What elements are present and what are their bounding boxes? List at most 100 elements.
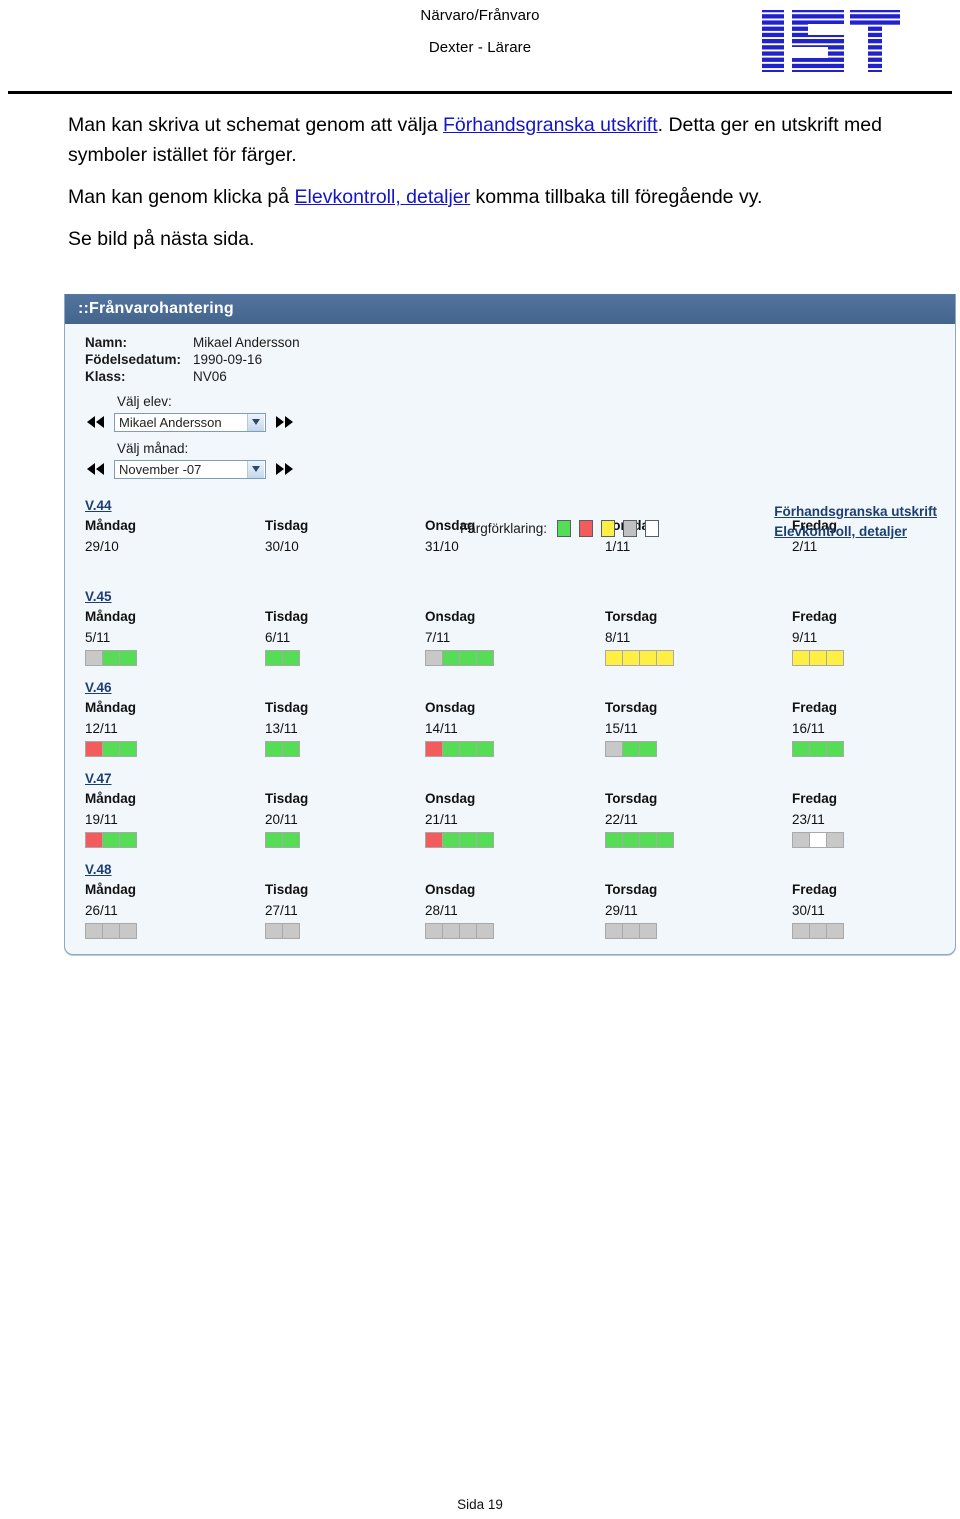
- attendance-cell-green[interactable]: [265, 741, 283, 757]
- value-fodelsedatum: 1990-09-16: [193, 352, 263, 367]
- attendance-cell-green[interactable]: [809, 741, 827, 757]
- attendance-cell-gray[interactable]: [459, 923, 477, 939]
- attendance-cell-green[interactable]: [622, 741, 640, 757]
- week-label-link[interactable]: V.47: [85, 771, 112, 786]
- link-forhandsgranska-utskrift[interactable]: Förhandsgranska utskrift: [443, 114, 658, 136]
- day-name: Torsdag: [605, 791, 658, 806]
- attendance-cell-green[interactable]: [102, 650, 120, 666]
- attendance-cell-yellow[interactable]: [809, 650, 827, 666]
- attendance-cell-green[interactable]: [476, 832, 494, 848]
- day-column: Onsdag 7/11: [425, 607, 605, 667]
- attendance-cell-gray[interactable]: [85, 650, 103, 666]
- student-select[interactable]: Mikael Andersson: [114, 412, 266, 432]
- panel-content: Namn: Mikael Andersson Födelsedatum: 199…: [65, 324, 955, 940]
- attendance-cell-red[interactable]: [85, 741, 103, 757]
- day-name: Måndag: [85, 609, 137, 624]
- day-column: Torsdag 22/11: [605, 789, 792, 849]
- attendance-cell-red[interactable]: [85, 832, 103, 848]
- attendance-cell-green[interactable]: [102, 832, 120, 848]
- attendance-cell-white[interactable]: [809, 832, 827, 848]
- attendance-cell-green[interactable]: [265, 832, 283, 848]
- day-column: Måndag 26/11: [85, 880, 265, 940]
- attendance-cells: [605, 832, 792, 849]
- attendance-cell-gray[interactable]: [102, 923, 120, 939]
- attendance-cell-green[interactable]: [605, 832, 623, 848]
- attendance-cell-gray[interactable]: [792, 923, 810, 939]
- day-column: Tisdag 30/10: [265, 516, 425, 576]
- attendance-cell-green[interactable]: [119, 741, 137, 757]
- attendance-cell-green[interactable]: [656, 832, 674, 848]
- previous-student-icon[interactable]: [85, 412, 107, 432]
- attendance-cell-gray[interactable]: [119, 923, 137, 939]
- day-grid: Måndag 26/11 Tisdag 27/11 Onsdag 28/11 Torsdag…: [85, 880, 943, 940]
- next-student-icon[interactable]: [273, 412, 295, 432]
- attendance-cell-yellow[interactable]: [605, 650, 623, 666]
- week-label-link[interactable]: V.45: [85, 589, 112, 604]
- attendance-cell-green[interactable]: [119, 650, 137, 666]
- attendance-cell-gray[interactable]: [442, 923, 460, 939]
- day-date: 5/11: [85, 630, 111, 645]
- student-select-label: Välj elev:: [117, 394, 172, 409]
- attendance-cell-gray[interactable]: [826, 923, 844, 939]
- day-column: Onsdag 21/11: [425, 789, 605, 849]
- attendance-cell-green[interactable]: [442, 650, 460, 666]
- attendance-cell-green[interactable]: [826, 741, 844, 757]
- week-block: V.45 Måndag 5/11 Tisdag 6/11 Onsdag 7/11 Torsda…: [85, 588, 943, 667]
- attendance-cell-yellow[interactable]: [792, 650, 810, 666]
- chevron-down-icon[interactable]: [247, 460, 264, 478]
- attendance-cell-red[interactable]: [425, 741, 443, 757]
- attendance-cell-gray[interactable]: [809, 923, 827, 939]
- attendance-cell-green[interactable]: [119, 832, 137, 848]
- attendance-cell-green[interactable]: [282, 832, 300, 848]
- attendance-cell-gray[interactable]: [265, 923, 283, 939]
- attendance-cell-green[interactable]: [476, 650, 494, 666]
- attendance-cell-green[interactable]: [282, 650, 300, 666]
- attendance-cell-gray[interactable]: [826, 832, 844, 848]
- attendance-cell-gray[interactable]: [425, 923, 443, 939]
- link-elevkontroll-detaljer[interactable]: Elevkontroll, detaljer: [295, 186, 471, 208]
- student-info-table: Namn: Mikael Andersson Födelsedatum: 199…: [85, 334, 300, 385]
- action-link-elevkontroll-detaljer[interactable]: Elevkontroll, detaljer: [774, 522, 937, 542]
- attendance-cell-gray[interactable]: [639, 923, 657, 939]
- week-label-link[interactable]: V.48: [85, 862, 112, 877]
- month-select[interactable]: November -07: [114, 459, 266, 479]
- previous-month-icon[interactable]: [85, 459, 107, 479]
- action-link-forhandsgranska-utskrift[interactable]: Förhandsgranska utskrift: [774, 502, 937, 522]
- attendance-cell-yellow[interactable]: [826, 650, 844, 666]
- attendance-cell-green[interactable]: [282, 741, 300, 757]
- attendance-cell-gray[interactable]: [425, 650, 443, 666]
- attendance-cell-red[interactable]: [425, 832, 443, 848]
- attendance-cell-yellow[interactable]: [639, 650, 657, 666]
- attendance-cell-green[interactable]: [459, 741, 477, 757]
- attendance-cell-gray[interactable]: [605, 741, 623, 757]
- attendance-cell-gray[interactable]: [792, 832, 810, 848]
- week-label-link[interactable]: V.46: [85, 680, 112, 695]
- week-label-link[interactable]: V.44: [85, 498, 112, 513]
- attendance-cell-gray[interactable]: [85, 923, 103, 939]
- paragraph-back-navigation: Man kan genom klicka på Elevkontroll, de…: [68, 182, 898, 212]
- day-date: 7/11: [425, 630, 451, 645]
- attendance-cell-green[interactable]: [265, 650, 283, 666]
- attendance-cell-green[interactable]: [442, 741, 460, 757]
- attendance-cell-green[interactable]: [459, 650, 477, 666]
- attendance-cell-green[interactable]: [459, 832, 477, 848]
- attendance-cell-gray[interactable]: [282, 923, 300, 939]
- attendance-cell-green[interactable]: [639, 741, 657, 757]
- attendance-cell-gray[interactable]: [476, 923, 494, 939]
- attendance-cell-yellow[interactable]: [656, 650, 674, 666]
- attendance-cell-yellow[interactable]: [622, 650, 640, 666]
- attendance-cell-green[interactable]: [476, 741, 494, 757]
- attendance-cell-gray[interactable]: [605, 923, 623, 939]
- attendance-cell-green[interactable]: [792, 741, 810, 757]
- chevron-down-icon[interactable]: [247, 413, 264, 431]
- attendance-cell-green[interactable]: [442, 832, 460, 848]
- day-column: Måndag 29/10: [85, 516, 265, 576]
- next-month-icon[interactable]: [273, 459, 295, 479]
- p2-text-before: Man kan genom klicka på: [68, 186, 295, 208]
- attendance-cell-green[interactable]: [102, 741, 120, 757]
- day-name: Fredag: [792, 609, 838, 624]
- attendance-cell-green[interactable]: [639, 832, 657, 848]
- attendance-cell-gray[interactable]: [622, 923, 640, 939]
- header-divider: [8, 91, 952, 94]
- attendance-cell-green[interactable]: [622, 832, 640, 848]
